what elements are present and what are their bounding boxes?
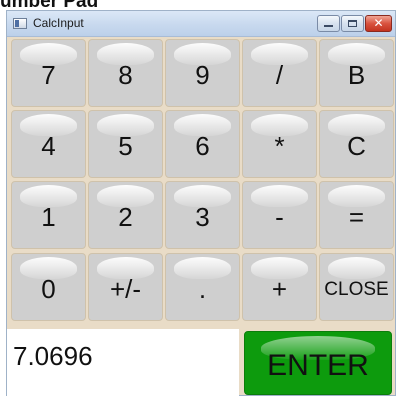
key-8[interactable]: 8 (88, 39, 163, 107)
key-2[interactable]: 2 (88, 181, 163, 249)
page-heading: umber Pad (0, 0, 170, 9)
key-label: = (348, 202, 365, 232)
display-value: 7.0696 (13, 341, 93, 371)
key-close[interactable]: CLOSE (319, 253, 394, 321)
key-clear[interactable]: C (319, 110, 394, 178)
key-label: + (271, 274, 288, 304)
key-label: / (275, 60, 284, 90)
key-label: +/- (109, 274, 142, 304)
calc-window: CalcInput ✕ 7 8 9 / B 4 5 6 * C 1 2 3 - … (6, 10, 396, 397)
key-5[interactable]: 5 (88, 110, 163, 178)
minimize-icon (324, 25, 333, 27)
minimize-button[interactable] (317, 15, 340, 32)
key-equals[interactable]: = (319, 181, 394, 249)
close-icon: ✕ (373, 16, 384, 30)
key-label: 8 (118, 60, 133, 90)
key-label: CLOSE (324, 279, 389, 300)
key-add[interactable]: + (242, 253, 317, 321)
key-label: 2 (118, 202, 133, 232)
key-3[interactable]: 3 (165, 181, 240, 249)
key-label: B (347, 60, 366, 90)
key-1[interactable]: 1 (11, 181, 86, 249)
key-0[interactable]: 0 (11, 253, 86, 321)
key-label: - (275, 202, 284, 232)
key-9[interactable]: 9 (165, 39, 240, 107)
key-label: 3 (195, 202, 210, 232)
maximize-icon (348, 20, 357, 27)
key-divide[interactable]: / (242, 39, 317, 107)
key-label: * (274, 131, 285, 161)
key-7[interactable]: 7 (11, 39, 86, 107)
key-4[interactable]: 4 (11, 110, 86, 178)
value-display: 7.0696 (7, 329, 239, 397)
key-decimal[interactable]: . (165, 253, 240, 321)
key-negate[interactable]: +/- (88, 253, 163, 321)
key-label: 0 (41, 274, 56, 304)
key-subtract[interactable]: - (242, 181, 317, 249)
maximize-button[interactable] (341, 15, 364, 32)
key-label: . (198, 274, 207, 304)
key-label: 9 (195, 60, 210, 90)
key-label: 1 (41, 202, 56, 232)
enter-button[interactable]: ENTER (244, 331, 392, 395)
key-label: 7 (41, 60, 56, 90)
key-backspace[interactable]: B (319, 39, 394, 107)
key-label: C (347, 131, 366, 161)
key-label: 5 (118, 131, 133, 161)
app-icon (13, 18, 27, 29)
key-label: 4 (41, 131, 56, 161)
key-multiply[interactable]: * (242, 110, 317, 178)
key-6[interactable]: 6 (165, 110, 240, 178)
close-window-button[interactable]: ✕ (365, 15, 392, 32)
key-label: 6 (195, 131, 210, 161)
enter-label: ENTER (267, 349, 369, 382)
window-title: CalcInput (33, 16, 84, 30)
title-bar[interactable]: CalcInput ✕ (7, 11, 395, 37)
